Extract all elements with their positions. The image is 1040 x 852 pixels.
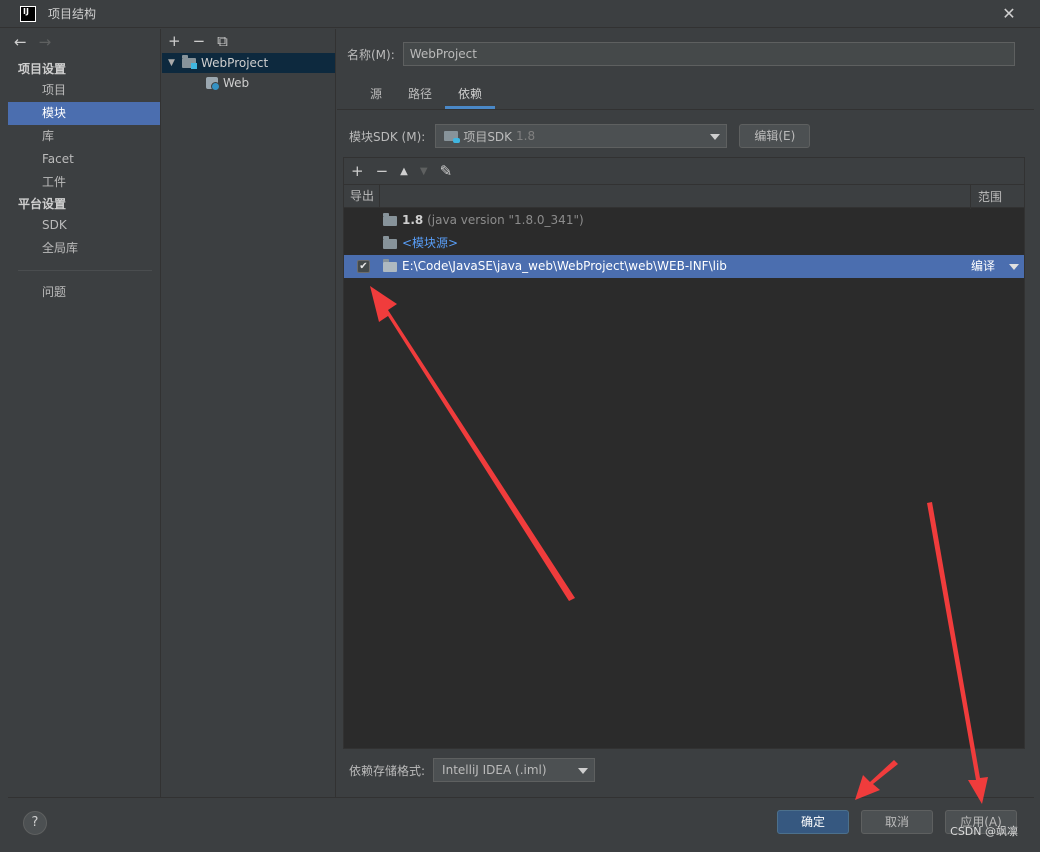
- back-arrow-icon[interactable]: ←: [14, 33, 27, 51]
- ok-button[interactable]: 确定: [777, 810, 849, 834]
- export-checkbox[interactable]: ✔: [357, 260, 370, 273]
- column-header-scope[interactable]: 范围: [970, 185, 1026, 209]
- chevron-down-icon[interactable]: ▼: [168, 53, 182, 73]
- edit-sdk-button[interactable]: 编辑(E): [739, 124, 811, 148]
- add-icon[interactable]: +: [351, 162, 364, 180]
- table-row[interactable]: <模块源>: [344, 232, 1024, 255]
- scope-value[interactable]: 编译: [971, 255, 995, 278]
- sdk-select-value: 项目SDK: [463, 129, 513, 144]
- module-sdk-row: 模块SDK (M): 项目SDK 1.8 编辑(E): [349, 124, 811, 148]
- nav-item-global-libraries[interactable]: 全局库: [8, 237, 160, 260]
- nav-section-project-settings: 项目设置: [18, 62, 67, 76]
- copy-icon[interactable]: ⧉: [217, 32, 228, 50]
- sdk-folder-icon: [444, 131, 461, 143]
- close-icon[interactable]: ✕: [1000, 5, 1018, 23]
- module-tree-pane: + − ⧉ ▼ WebProject Web: [162, 29, 336, 797]
- tab-paths[interactable]: 路径: [395, 81, 445, 109]
- tree-item-webproject[interactable]: ▼ WebProject: [162, 53, 335, 73]
- storage-format-label: 依赖存储格式:: [349, 763, 426, 778]
- nav-item-modules[interactable]: 模块: [8, 102, 160, 125]
- forward-arrow-icon[interactable]: →: [39, 33, 52, 51]
- remove-icon[interactable]: −: [376, 162, 389, 180]
- dependencies-toolbar: + − ▲ ▼ ✎: [344, 158, 1024, 184]
- dialog-footer: ? 确定 取消 应用(A) CSDN @飒凛: [8, 797, 1034, 849]
- title-bar: IJ 项目结构 ✕: [0, 0, 1040, 28]
- help-icon[interactable]: ?: [23, 811, 47, 835]
- dependency-name: 1.8: [402, 213, 424, 227]
- nav-section-platform-settings: 平台设置: [18, 197, 67, 211]
- column-header-export[interactable]: 导出: [344, 184, 380, 208]
- window-title: 项目结构: [48, 7, 97, 21]
- sdk-folder-icon: [383, 213, 397, 226]
- tab-sources[interactable]: 源: [357, 81, 395, 109]
- edit-pencil-icon[interactable]: ✎: [440, 162, 453, 180]
- cancel-button[interactable]: 取消: [861, 810, 933, 834]
- storage-format-value: IntelliJ IDEA (.iml): [442, 763, 547, 777]
- tree-item-label: Web: [223, 76, 250, 90]
- nav-item-artifacts[interactable]: 工件: [8, 171, 160, 194]
- settings-nav: ← → 项目设置 项目 模块 库 Facet 工件 平台设置 SDK 全局库 问…: [8, 29, 161, 797]
- web-facet-icon: [206, 77, 220, 91]
- tab-divider: [337, 109, 1034, 110]
- module-sdk-label: 模块SDK (M):: [349, 129, 426, 144]
- module-settings-panel: 名称(M): WebProject 源 路径 依赖 模块SDK (M): 项目S…: [337, 29, 1034, 797]
- remove-icon[interactable]: −: [193, 32, 206, 50]
- watermark: CSDN @飒凛: [950, 825, 1018, 838]
- module-sdk-select[interactable]: 项目SDK 1.8: [435, 124, 728, 148]
- chevron-down-icon[interactable]: [1009, 264, 1019, 270]
- table-row[interactable]: 1.8 (java version "1.8.0_341"): [344, 209, 1024, 232]
- project-structure-dialog: IJ 项目结构 ✕ ← → 项目设置 项目 模块 库 Facet 工件 平台设置…: [0, 0, 1040, 852]
- dependencies-header: 导出 范围: [344, 184, 1026, 209]
- module-tabs: 源 路径 依赖: [357, 81, 496, 109]
- storage-format-select[interactable]: IntelliJ IDEA (.iml): [433, 758, 596, 782]
- dependency-name: <模块源>: [402, 236, 459, 250]
- chevron-down-icon: [710, 134, 721, 140]
- dependency-name: E:\Code\JavaSE\java_web\WebProject\web\W…: [402, 259, 727, 273]
- table-row[interactable]: ✔ E:\Code\JavaSE\java_web\WebProject\web…: [344, 255, 1024, 278]
- nav-item-facets[interactable]: Facet: [8, 148, 160, 171]
- sdk-select-version: 1.8: [516, 129, 536, 143]
- nav-item-project[interactable]: 项目: [8, 79, 160, 102]
- source-folder-icon: [383, 236, 397, 249]
- storage-format-row: 依赖存储格式: IntelliJ IDEA (.iml): [349, 758, 596, 782]
- library-folder-icon: [383, 259, 397, 272]
- intellij-logo-icon: IJ: [20, 5, 36, 22]
- module-name-label: 名称(M):: [347, 47, 395, 62]
- dependency-detail: (java version "1.8.0_341"): [427, 213, 584, 227]
- nav-history: ← →: [8, 29, 160, 55]
- module-name-row: 名称(M): WebProject: [347, 42, 1015, 66]
- dependency-label: 1.8 (java version "1.8.0_341"): [402, 209, 584, 232]
- tree-toolbar: + − ⧉: [162, 29, 335, 53]
- nav-item-problems[interactable]: 问题: [8, 281, 160, 304]
- module-name-input[interactable]: WebProject: [402, 42, 1015, 66]
- nav-divider: [18, 270, 152, 271]
- move-up-icon[interactable]: ▲: [400, 166, 408, 177]
- tree-item-label: WebProject: [201, 56, 269, 70]
- add-icon[interactable]: +: [168, 32, 181, 50]
- module-folder-icon: [182, 55, 197, 69]
- nav-item-libraries[interactable]: 库: [8, 125, 160, 148]
- dependencies-table: + − ▲ ▼ ✎ 导出 范围 1.8 (java version "1.8.0…: [343, 157, 1025, 749]
- tree-item-web-facet[interactable]: Web: [162, 73, 335, 93]
- tab-dependencies[interactable]: 依赖: [445, 81, 496, 109]
- chevron-down-icon: [578, 768, 589, 774]
- nav-item-sdks[interactable]: SDK: [8, 214, 160, 237]
- move-down-icon[interactable]: ▼: [420, 166, 428, 177]
